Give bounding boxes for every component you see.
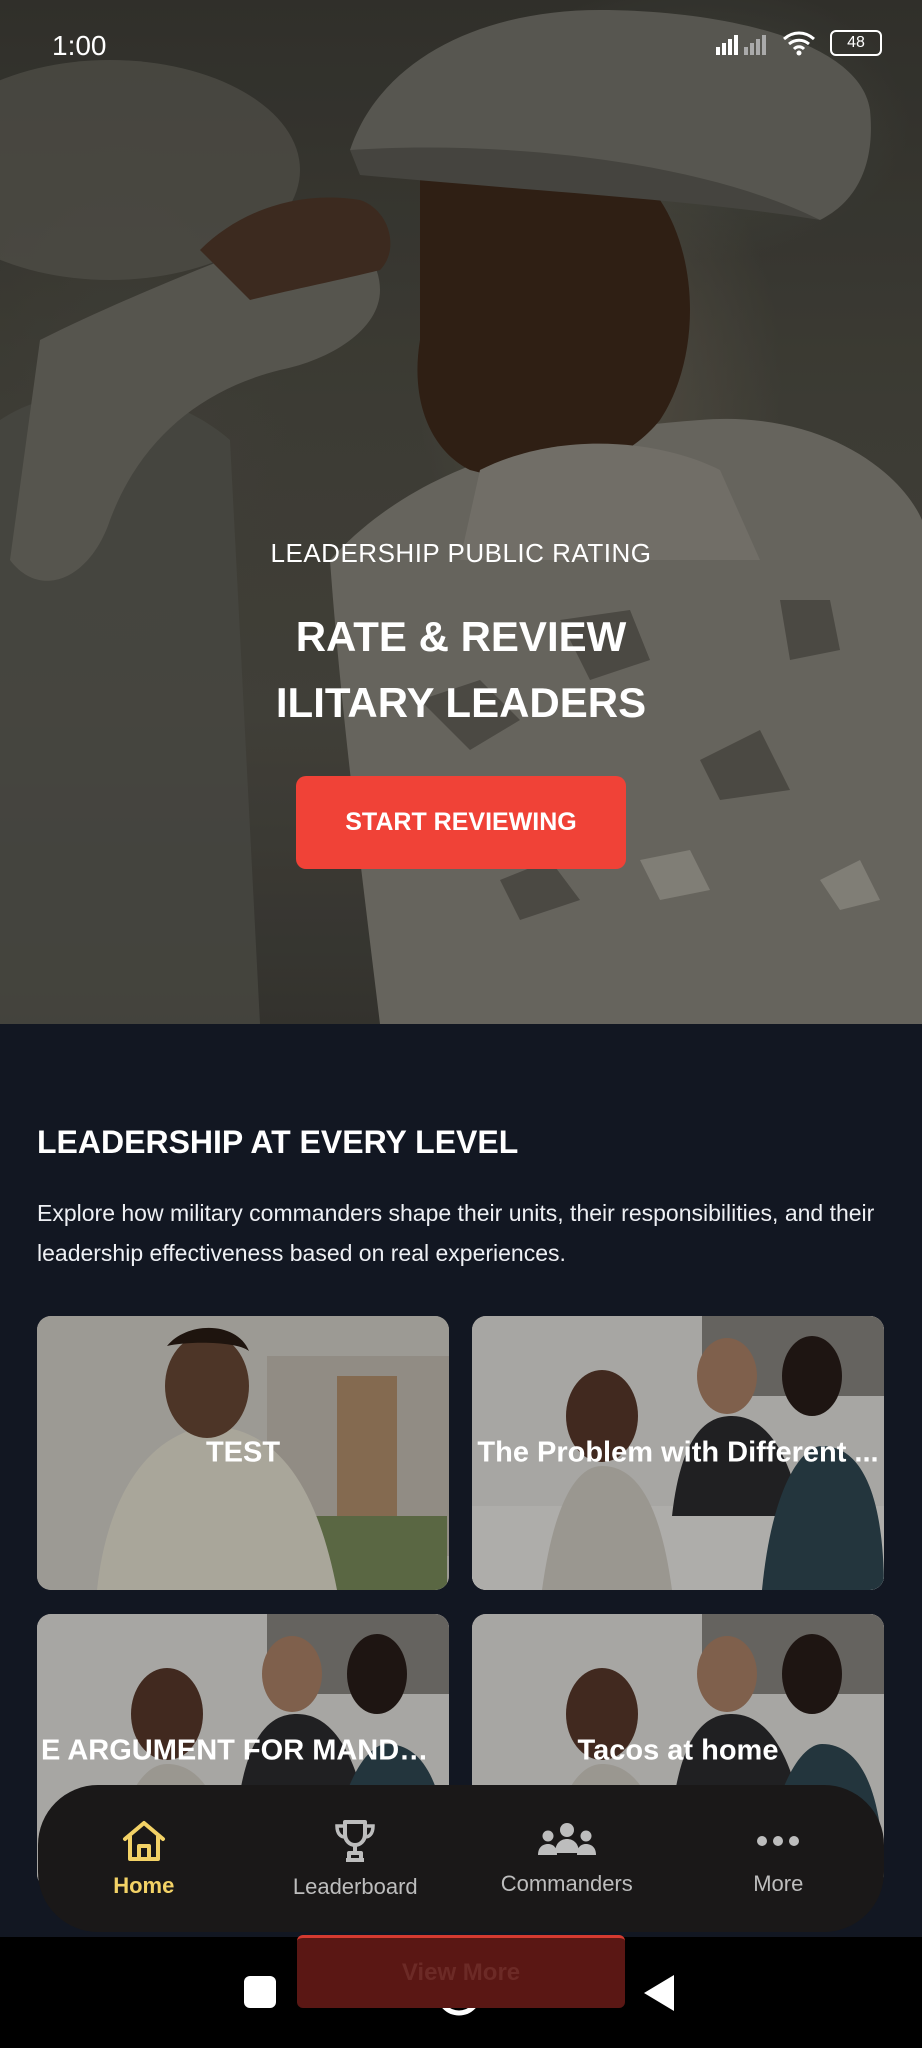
hero-title-line2: ILITARY LEADERS (275, 679, 647, 726)
more-dots-icon (757, 1835, 800, 1846)
nav-label: More (753, 1870, 804, 1896)
start-reviewing-button[interactable]: START REVIEWING (296, 776, 626, 869)
battery-icon: 48 (830, 30, 882, 56)
status-bar: 1:00 48 (0, 0, 922, 90)
nav-item-home[interactable]: Home (38, 1785, 250, 1932)
section-title: LEADERSHIP AT EVERY LEVEL (37, 1124, 519, 1160)
back-triangle-icon[interactable] (642, 1973, 676, 2013)
nav-item-more[interactable]: More (673, 1785, 885, 1932)
article-card-title: E ARGUMENT FOR MANDATO... (41, 1734, 449, 1767)
status-icons: 48 (716, 30, 882, 56)
group-icon (537, 1822, 596, 1855)
bottom-navigation: Home Leaderboard Commanders More (38, 1785, 884, 1932)
nav-label: Commanders (500, 1870, 633, 1896)
wifi-icon (783, 31, 815, 56)
article-card-title: Tacos at home (577, 1734, 779, 1767)
signal-icon (716, 35, 766, 55)
home-icon (122, 1820, 165, 1861)
article-card-title: TEST (205, 1436, 281, 1469)
article-card-title: The Problem with Different ... (477, 1436, 879, 1469)
nav-item-commanders[interactable]: Commanders (461, 1785, 673, 1932)
hero-banner: 1:00 48 LEADERSHIP PUBLIC RATING RATE & … (0, 0, 922, 1024)
nav-label: Leaderboard (292, 1873, 418, 1899)
trophy-icon (335, 1819, 376, 1862)
hero-eyebrow: LEADERSHIP PUBLIC RATING (270, 538, 652, 568)
nav-label: Home (113, 1872, 175, 1898)
hero-title: RATE & REVIEW ILITARY LEADERS (0, 604, 922, 736)
section-description: Explore how military commanders shape th… (37, 1200, 875, 1266)
view-more-button[interactable]: View More (297, 1935, 625, 2008)
status-time: 1:00 (52, 30, 107, 61)
nav-item-leaderboard[interactable]: Leaderboard (250, 1785, 462, 1932)
hero-title-line1: RATE & REVIEW (295, 613, 627, 660)
recents-square-icon[interactable] (243, 1975, 277, 2009)
article-card[interactable]: TEST (37, 1316, 449, 1590)
article-card[interactable]: The Problem with Different ... (472, 1316, 884, 1590)
